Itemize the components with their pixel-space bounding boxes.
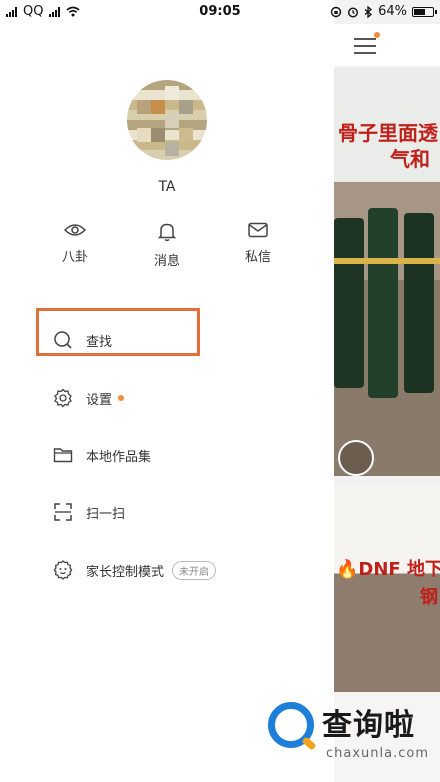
feed-panel: 骨子里面透 气和 🔥DNF 地下 钢: [334, 0, 440, 782]
battery-percent: 64%: [378, 4, 407, 19]
action-messages[interactable]: 消息: [137, 222, 197, 269]
menu-item-settings[interactable]: 设置: [52, 383, 125, 413]
menu-item-scan[interactable]: 扫一扫: [52, 497, 125, 527]
action-messages-label: 消息: [153, 254, 180, 269]
menu-item-search-label: 查找: [86, 334, 113, 350]
action-direct-messages-label: 私信: [244, 250, 271, 265]
feed-header: [334, 24, 440, 66]
menu-item-parental-control[interactable]: 家长控制模式 未开启: [52, 555, 217, 585]
menu-item-search[interactable]: 查找: [52, 325, 112, 355]
side-drawer: TA 八卦 消息 私信 查找 设置 本地作品集 扫一扫 家长控制模式 未开启: [0, 0, 334, 782]
battery-fill: [414, 8, 425, 15]
search-icon: [52, 329, 74, 351]
bell-icon: [158, 223, 176, 242]
video-card[interactable]: 骨子里面透 气和: [334, 68, 440, 476]
video-caption: 🔥DNF 地下 钢: [336, 556, 440, 612]
watermark: 查询啦 chaxunla.com: [262, 692, 440, 782]
status-bar: QQ 09:05 64%: [0, 0, 440, 24]
username: TA: [158, 179, 176, 195]
video-caption-line: 钢: [420, 587, 438, 608]
action-gossip-label: 八卦: [61, 250, 88, 265]
menu-item-local-collection-label: 本地作品集: [86, 449, 152, 465]
video-caption-line: 骨子里面透: [338, 121, 438, 145]
avatar[interactable]: [127, 80, 207, 160]
gear-icon: [52, 387, 74, 409]
status-badge: 未开启: [172, 560, 217, 580]
alarm-icon: [348, 6, 359, 18]
video-caption-line: 🔥DNF 地下: [336, 559, 440, 580]
eye-icon: [64, 224, 86, 236]
action-direct-messages[interactable]: 私信: [228, 222, 288, 265]
menu-item-local-collection[interactable]: 本地作品集: [52, 440, 151, 470]
watermark-url: chaxunla.com: [326, 746, 429, 761]
author-avatar[interactable]: [338, 440, 374, 476]
bluetooth-icon: [364, 5, 373, 18]
folder-icon: [52, 444, 74, 466]
menu-item-scan-label: 扫一扫: [86, 506, 126, 522]
notification-dot: [374, 32, 380, 38]
menu-icon[interactable]: [354, 38, 376, 59]
scan-icon: [52, 501, 74, 523]
soldier-figure: [334, 218, 364, 388]
menu-item-parental-control-label: 家长控制模式: [86, 564, 165, 580]
battery-icon: [412, 6, 437, 17]
video-caption: 骨子里面透 气和: [338, 120, 438, 172]
status-right: 64%: [330, 4, 437, 19]
belt-stripe: [334, 258, 440, 264]
video-caption-line: 气和: [390, 147, 430, 171]
soldier-figure: [368, 208, 398, 398]
rotation-lock-icon: [330, 6, 342, 17]
watermark-title: 查询啦: [322, 708, 415, 743]
menu-item-settings-label: 设置: [86, 392, 113, 408]
mail-icon: [248, 222, 268, 238]
watermark-logo-icon: [268, 702, 314, 748]
child-face-icon: [52, 559, 74, 581]
soldier-figure: [404, 213, 434, 393]
notification-dot: [118, 395, 125, 401]
quick-actions: 八卦 消息 私信: [0, 222, 334, 272]
action-gossip[interactable]: 八卦: [45, 222, 105, 265]
